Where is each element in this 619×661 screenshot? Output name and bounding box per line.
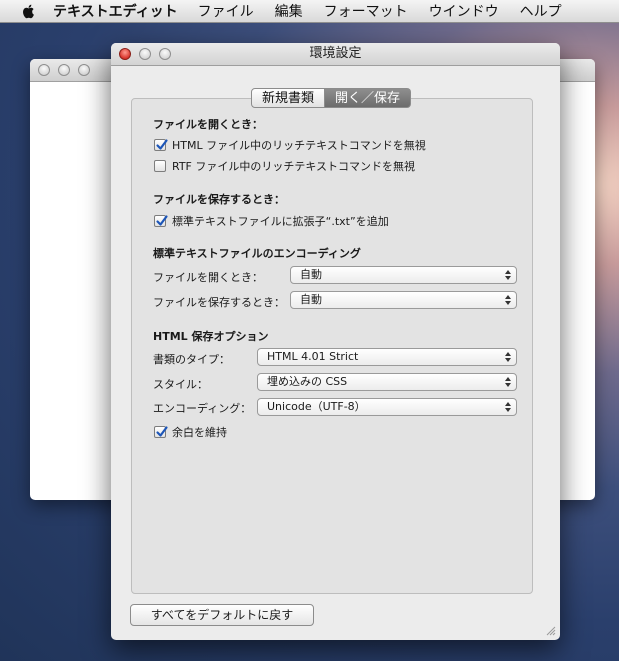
preserve-whitespace-label: 余白を維持 bbox=[172, 426, 227, 439]
menu-window[interactable]: ウインドウ bbox=[429, 1, 499, 21]
ignore-html-commands-option[interactable]: HTML ファイル中のリッチテキストコマンドを無視 bbox=[154, 137, 426, 153]
tab-new-document[interactable]: 新規書類 bbox=[251, 88, 326, 108]
checkmark-icon bbox=[156, 139, 168, 150]
open-encoding-label: ファイルを開くとき： bbox=[153, 271, 263, 284]
menu-format[interactable]: フォーマット bbox=[324, 1, 408, 21]
select-arrows-icon bbox=[505, 352, 511, 362]
close-button[interactable] bbox=[119, 48, 131, 60]
menu-bar: テキストエディット ファイル 編集 フォーマット ウインドウ ヘルプ bbox=[0, 0, 619, 23]
preserve-whitespace-checkbox[interactable] bbox=[154, 426, 168, 438]
menu-edit[interactable]: 編集 bbox=[275, 1, 303, 21]
select-arrows-icon bbox=[505, 270, 511, 280]
tab-open-save[interactable]: 開く／保存 bbox=[325, 88, 412, 108]
preferences-window: 環境設定 新規書類 開く／保存 ファイルを開くとき： HTML ファイル中のリッ… bbox=[111, 43, 560, 640]
append-txt-extension-checkbox[interactable] bbox=[154, 215, 168, 227]
ignore-rtf-commands-label: RTF ファイル中のリッチテキストコマンドを無視 bbox=[172, 160, 416, 173]
reset-to-defaults-button[interactable]: すべてをデフォルトに戻す bbox=[130, 604, 314, 626]
preferences-titlebar[interactable]: 環境設定 bbox=[111, 43, 560, 66]
apple-logo-icon[interactable] bbox=[20, 2, 38, 20]
html-options-title: HTML 保存オプション bbox=[153, 330, 269, 343]
menu-file[interactable]: ファイル bbox=[198, 1, 254, 21]
style-select[interactable]: 埋め込みの CSS bbox=[257, 373, 517, 391]
html-encoding-value: Unicode（UTF-8） bbox=[267, 400, 366, 413]
save-encoding-label: ファイルを保存するとき： bbox=[153, 296, 285, 309]
ignore-html-commands-checkbox[interactable] bbox=[154, 139, 168, 151]
open-save-panel: ファイルを開くとき： HTML ファイル中のリッチテキストコマンドを無視 RTF… bbox=[131, 98, 533, 594]
encoding-section-title: 標準テキストファイルのエンコーディング bbox=[153, 247, 361, 260]
zoom-button[interactable] bbox=[159, 48, 171, 60]
document-type-label: 書類のタイプ： bbox=[153, 353, 230, 366]
ignore-rtf-commands-option[interactable]: RTF ファイル中のリッチテキストコマンドを無視 bbox=[154, 158, 415, 174]
append-txt-extension-option[interactable]: 標準テキストファイルに拡張子“.txt”を追加 bbox=[154, 213, 389, 229]
open-section-title: ファイルを開くとき： bbox=[153, 118, 263, 131]
html-encoding-select[interactable]: Unicode（UTF-8） bbox=[257, 398, 517, 416]
open-encoding-select[interactable]: 自動 bbox=[290, 266, 517, 284]
html-encoding-label: エンコーディング： bbox=[153, 402, 252, 415]
ignore-html-commands-label: HTML ファイル中のリッチテキストコマンドを無視 bbox=[172, 139, 426, 152]
checkmark-icon bbox=[156, 426, 168, 437]
save-encoding-select[interactable]: 自動 bbox=[290, 291, 517, 309]
open-encoding-value: 自動 bbox=[300, 268, 322, 281]
select-arrows-icon bbox=[505, 377, 511, 387]
menu-help[interactable]: ヘルプ bbox=[520, 1, 562, 21]
close-button[interactable] bbox=[38, 64, 50, 76]
save-section-title: ファイルを保存するとき： bbox=[153, 193, 285, 206]
tab-bar: 新規書類 開く／保存 bbox=[251, 88, 412, 108]
select-arrows-icon bbox=[505, 402, 511, 412]
append-txt-extension-label: 標準テキストファイルに拡張子“.txt”を追加 bbox=[172, 215, 389, 228]
preserve-whitespace-option[interactable]: 余白を維持 bbox=[154, 424, 227, 440]
style-value: 埋め込みの CSS bbox=[267, 375, 348, 388]
window-title: 環境設定 bbox=[309, 46, 362, 61]
style-label: スタイル： bbox=[153, 378, 208, 391]
zoom-button[interactable] bbox=[78, 64, 90, 76]
checkmark-icon bbox=[156, 215, 168, 226]
resize-grip-icon[interactable] bbox=[546, 626, 556, 636]
select-arrows-icon bbox=[505, 295, 511, 305]
minimize-button[interactable] bbox=[139, 48, 151, 60]
minimize-button[interactable] bbox=[58, 64, 70, 76]
menu-app-name[interactable]: テキストエディット bbox=[53, 1, 178, 21]
document-type-value: HTML 4.01 Strict bbox=[267, 350, 359, 363]
ignore-rtf-commands-checkbox[interactable] bbox=[154, 160, 166, 172]
document-type-select[interactable]: HTML 4.01 Strict bbox=[257, 348, 517, 366]
save-encoding-value: 自動 bbox=[300, 293, 322, 306]
